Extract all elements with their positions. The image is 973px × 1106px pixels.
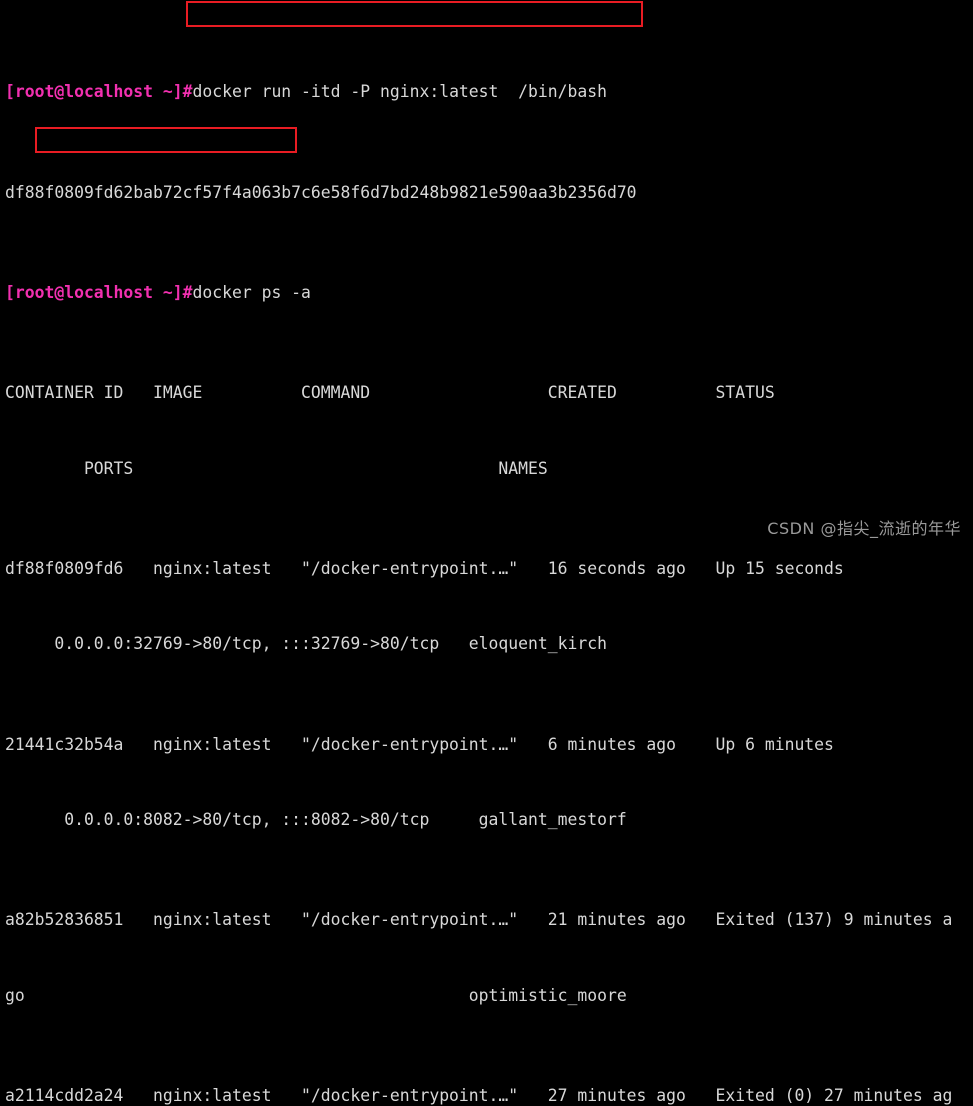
table-row: a2114cdd2a24 nginx:latest "/docker-entry… bbox=[5, 1086, 953, 1106]
terminal-line-container-hash: df88f0809fd62bab72cf57f4a063b7c6e58f6d7b… bbox=[5, 182, 637, 202]
csdn-watermark: CSDN @指尖_流逝的年华 bbox=[767, 518, 961, 538]
table-row-ports: 0.0.0.0:32769->80/tcp, :::32769->80/tcp … bbox=[5, 634, 607, 654]
table-row-wrap: go optimistic_moore bbox=[5, 985, 627, 1005]
table-row: a82b52836851 nginx:latest "/docker-entry… bbox=[5, 910, 953, 930]
annotation-box-docker-run-command bbox=[186, 1, 643, 27]
command-text: docker run -itd -P nginx:latest /bin/bas… bbox=[192, 82, 607, 102]
terminal-line-command-docker-ps: [root@localhost ~]#docker ps -a bbox=[5, 280, 973, 305]
terminal-window[interactable]: [root@localhost ~]#docker run -itd -P ng… bbox=[0, 0, 973, 1105]
table-row: df88f0809fd6 nginx:latest "/docker-entry… bbox=[5, 559, 844, 579]
table-row: 21441c32b54a nginx:latest "/docker-entry… bbox=[5, 734, 834, 754]
table-header-row-1: CONTAINER ID IMAGE COMMAND CREATED STATU… bbox=[5, 383, 775, 403]
command-text: docker ps -a bbox=[192, 283, 311, 303]
terminal-line-command-docker-run: [root@localhost ~]#docker run -itd -P ng… bbox=[5, 79, 973, 104]
table-row-ports: 0.0.0.0:8082->80/tcp, :::8082->80/tcp ga… bbox=[5, 810, 627, 829]
annotation-box-published-port bbox=[35, 127, 297, 153]
shell-prompt: [root@localhost ~]# bbox=[5, 283, 193, 303]
shell-prompt: [root@localhost ~]# bbox=[5, 82, 193, 102]
table-header-row-2: PORTS NAMES bbox=[5, 458, 548, 478]
